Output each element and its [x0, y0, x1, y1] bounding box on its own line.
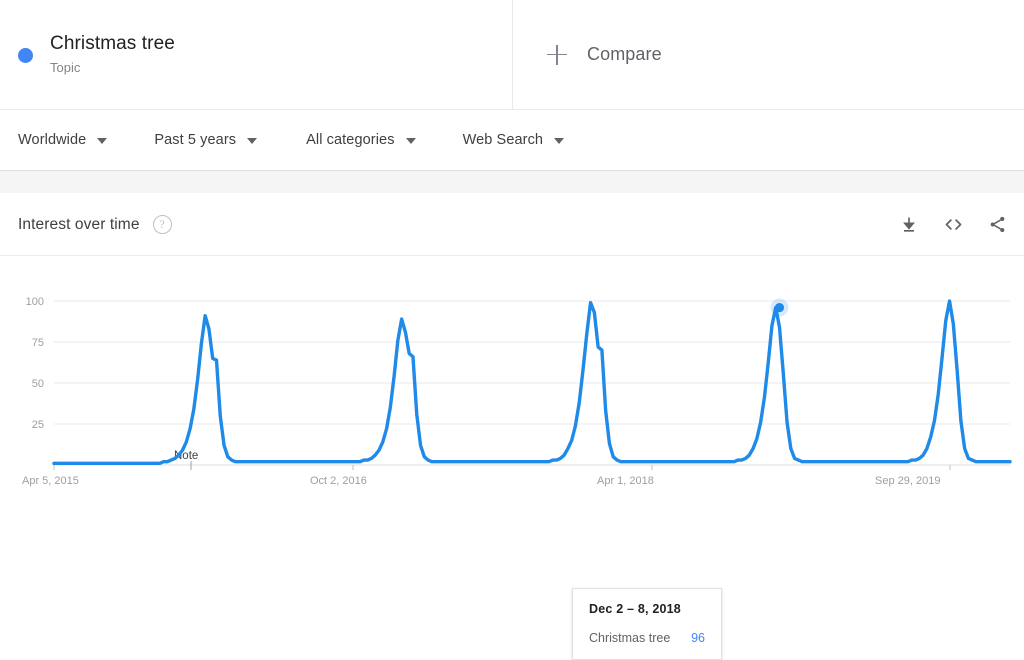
chart-actions: [898, 214, 1008, 236]
x-tick-2: Apr 1, 2018: [597, 475, 654, 487]
x-axis-labels: Apr 5, 2015 Oct 2, 2016 Apr 1, 2018 Sep …: [22, 475, 940, 487]
tooltip-series-name: Christmas tree: [589, 631, 670, 645]
query-texts: Christmas tree Topic: [50, 32, 175, 77]
section-spacer: [0, 171, 1024, 194]
y-tick-75: 75: [32, 337, 44, 349]
x-tick-3: Sep 29, 2019: [875, 475, 940, 487]
interest-over-time-chart[interactable]: 100 75 50 25 Note Apr 5, 2015 Oct 2, 201…: [0, 256, 1024, 518]
filter-category[interactable]: All categories: [306, 110, 415, 170]
tooltip-series-value: 96: [691, 631, 705, 645]
tooltip-date: Dec 2 – 8, 2018: [589, 602, 705, 616]
filter-time-range[interactable]: Past 5 years: [154, 110, 257, 170]
question-mark-icon[interactable]: ?: [153, 215, 172, 234]
query-card[interactable]: Christmas tree Topic: [0, 0, 513, 109]
y-axis-labels: 100 75 50 25: [26, 296, 44, 431]
chevron-down-icon: [97, 138, 107, 144]
share-icon[interactable]: [986, 214, 1008, 236]
filter-bar: Worldwide Past 5 years All categories We…: [0, 110, 1024, 171]
filter-region[interactable]: Worldwide: [18, 110, 107, 170]
y-tick-50: 50: [32, 378, 44, 390]
x-tick-1: Oct 2, 2016: [310, 475, 367, 487]
query-term: Christmas tree: [50, 32, 175, 56]
chart-area[interactable]: 100 75 50 25 Note Apr 5, 2015 Oct 2, 201…: [0, 256, 1024, 518]
compare-label: Compare: [587, 44, 662, 65]
series-color-dot: [18, 48, 33, 63]
y-tick-25: 25: [32, 419, 44, 431]
tooltip-series-row: Christmas tree 96: [589, 631, 705, 645]
x-axis-ticks: [54, 465, 950, 470]
chart-tooltip: Dec 2 – 8, 2018 Christmas tree 96: [572, 588, 722, 660]
embed-code-icon[interactable]: [942, 214, 964, 236]
y-tick-100: 100: [26, 296, 44, 308]
filter-time-range-label: Past 5 years: [154, 132, 236, 148]
series-line-christmas-tree: [54, 301, 1010, 463]
filter-region-label: Worldwide: [18, 132, 86, 148]
filter-search-type[interactable]: Web Search: [463, 110, 565, 170]
chevron-down-icon: [247, 138, 257, 144]
plus-icon: [547, 45, 567, 65]
add-compare-button[interactable]: Compare: [513, 0, 1024, 109]
query-row: Christmas tree Topic Compare: [0, 0, 1024, 110]
filter-search-type-label: Web Search: [463, 132, 544, 148]
x-tick-0: Apr 5, 2015: [22, 475, 79, 487]
filter-category-label: All categories: [306, 132, 394, 148]
chevron-down-icon: [406, 138, 416, 144]
query-type-label: Topic: [50, 58, 175, 77]
chart-title: Interest over time: [18, 216, 140, 234]
chevron-down-icon: [554, 138, 564, 144]
highlighted-data-point[interactable]: [771, 299, 789, 317]
download-icon[interactable]: [898, 214, 920, 236]
chart-card-header: Interest over time ?: [0, 194, 1024, 256]
note-annotation[interactable]: Note: [174, 450, 198, 470]
